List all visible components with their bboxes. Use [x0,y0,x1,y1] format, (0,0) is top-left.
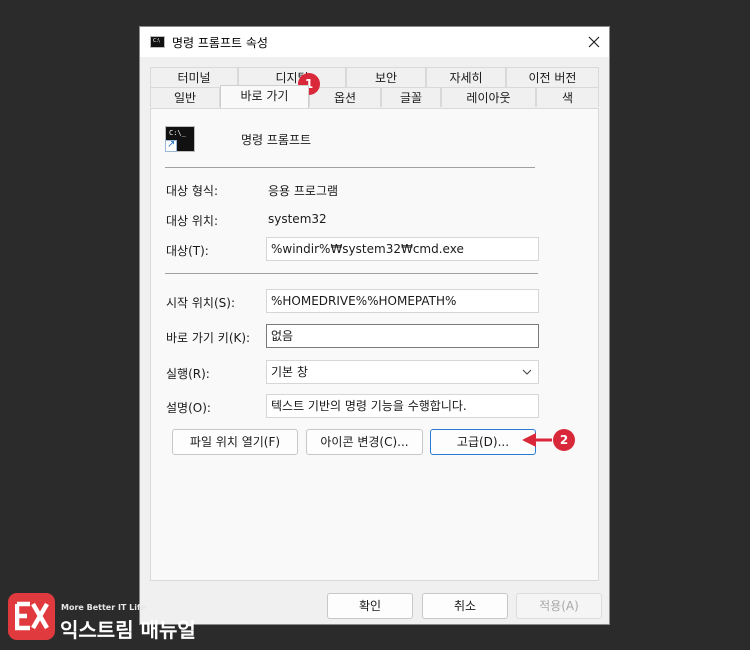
tab-shortcut[interactable]: 바로 가기 [220,85,309,108]
comment-label: 설명(O): [166,401,211,415]
tab-options[interactable]: 옵션 [309,87,381,107]
apply-button[interactable]: 적용(A) [516,593,602,619]
close-icon [588,36,600,48]
title-bar: C:\ 명령 프롬프트 속성 [140,27,609,57]
tab-digital[interactable]: 디지털 [238,67,346,87]
comment-input[interactable]: 텍스트 기반의 명령 기능을 수행합니다. [266,394,539,418]
shortcut-arrow-icon: ↗ [165,139,177,152]
start-in-label: 시작 위치(S): [166,296,235,310]
run-select-value: 기본 창 [271,365,308,379]
tab-colors[interactable]: 색 [536,87,599,107]
cmd-icon: C:\ [150,36,165,48]
divider [165,273,538,274]
target-location-value: system32 [268,212,327,226]
tab-font[interactable]: 글꼴 [381,87,441,107]
divider [165,167,535,168]
close-button[interactable] [579,27,609,57]
cmd-icon: C:\_ ↗ [165,126,195,152]
tab-details[interactable]: 자세히 [426,67,506,87]
tab-layout[interactable]: 레이아웃 [441,87,536,107]
tab-general[interactable]: 일반 [150,87,220,107]
target-label: 대상(T): [166,244,209,258]
window-title: 명령 프롬프트 속성 [172,36,268,50]
start-in-input[interactable]: %HOMEDRIVE%%HOMEPATH% [266,289,539,313]
brand-name: 익스트림 매뉴얼 [60,618,196,642]
target-input[interactable]: %windir%₩system32₩cmd.exe [266,237,539,261]
target-location-label: 대상 위치: [166,214,219,228]
tab-security[interactable]: 보안 [346,67,426,87]
ok-button[interactable]: 확인 [327,593,413,619]
annotation-badge-2: 2 [553,429,575,451]
app-name: 명령 프롬프트 [241,133,312,147]
shortcut-key-input[interactable]: 없음 [266,324,539,348]
brand-tagline: More Better IT Life [61,603,146,612]
open-file-location-button[interactable]: 파일 위치 열기(F) [172,429,298,455]
cancel-button[interactable]: 취소 [422,593,508,619]
properties-dialog: C:\ 명령 프롬프트 속성 터미널 디지털 보안 자세히 이전 버전 일반 바… [139,26,610,625]
chevron-down-icon [522,369,532,375]
annotation-arrow-icon [522,433,552,447]
run-select[interactable]: 기본 창 [266,360,539,384]
brand-logo [8,593,55,640]
shortcut-key-label: 바로 가기 키(K): [166,331,251,345]
target-type-label: 대상 형식: [166,184,219,198]
target-type-value: 응용 프로그램 [268,184,339,198]
run-label: 실행(R): [166,367,210,381]
tab-previous-versions[interactable]: 이전 버전 [506,67,599,87]
tab-terminal[interactable]: 터미널 [150,67,238,87]
brand-logo-mark-icon [15,601,49,631]
change-icon-button[interactable]: 아이콘 변경(C)... [306,429,423,455]
advanced-button[interactable]: 고급(D)... [430,429,536,455]
